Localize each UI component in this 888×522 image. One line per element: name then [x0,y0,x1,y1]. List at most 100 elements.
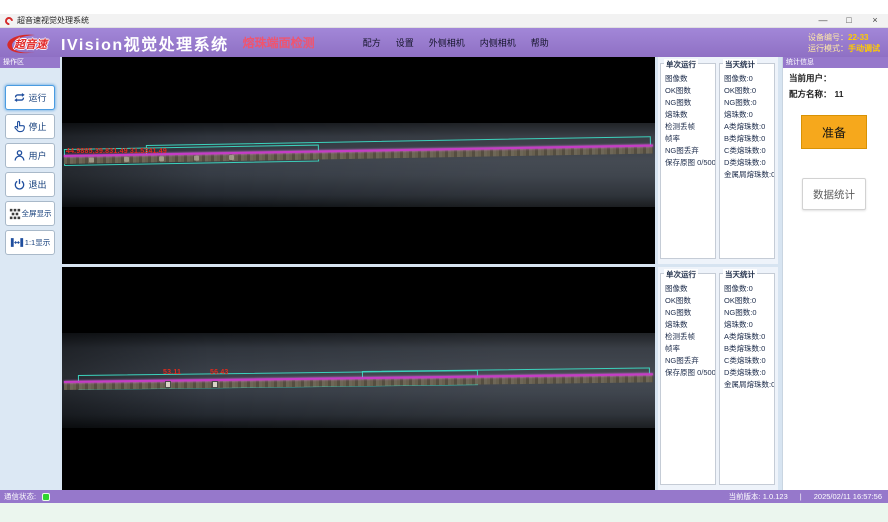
user-button-label: 用户 [28,149,46,162]
exit-button[interactable]: 退出 [5,172,55,197]
main-area: 操作区 运行 停止 用户 退出 [0,57,888,490]
menu-item[interactable]: 配方 [363,36,381,49]
stat-row: NG图数 [661,307,715,319]
sidebar-title: 操作区 [0,57,60,68]
window-controls: — □ × [810,14,888,27]
measurement-text: 44.9885,39.831.49 31.5341.49 [66,148,167,155]
stat-row: NG图丢弃 [661,145,715,157]
stat-row: 检测丢帧 [661,331,715,343]
fullscreen-button[interactable]: 全屏显示 [5,201,55,226]
stat-row: B类熔珠数:0 [720,133,774,145]
maximize-button[interactable]: □ [836,14,862,27]
run-mode-value: 手动调试 [848,44,880,53]
brand-name: 超音速 [14,36,47,52]
one-to-one-icon [10,237,24,248]
recipe-name-label: 配方名称： [789,89,832,99]
run-mode-label: 运行模式： [808,44,848,53]
stat-row: 金属屑熔珠数:0 [720,379,774,391]
grid-icon [9,208,21,220]
current-user-label: 当前用户： [789,73,832,83]
stat-row: NG图数 [661,97,715,109]
single-run-title: 单次运行 [664,269,698,280]
operation-sidebar: 操作区 运行 停止 用户 退出 [0,57,60,490]
stat-row: 金属屑熔珠数:0 [720,169,774,181]
daily-stats-title: 当天统计 [723,269,757,280]
status-bar: 通信状态: 当前版本: 1.0.123 | 2025/02/11 16:57:5… [0,490,888,503]
minimize-button[interactable]: — [810,14,836,27]
measurement-label: 56.43 [210,369,229,376]
stat-row: D类熔珠数:0 [720,157,774,169]
stat-row: NG图丢弃 [661,355,715,367]
comm-status-indicator [42,493,50,501]
stop-button-label: 停止 [28,120,46,133]
stat-row: OK图数 [661,85,715,97]
app-title: IVision视觉处理系统 [61,31,229,55]
single-run-groupbox: 单次运行 图像数OK图数NG图数熔珠数检测丢帧帧率NG图丢弃保存原图 0/500 [660,273,716,485]
stat-row: 检测丢帧 [661,121,715,133]
datetime: 2025/02/11 16:57:56 [814,492,882,501]
menu-item[interactable]: 内侧相机 [480,36,516,49]
stat-row: 图像数 [661,283,715,295]
close-button[interactable]: × [862,14,888,27]
stat-row: 图像数 [661,73,715,85]
device-number-label: 设备编号： [808,33,848,42]
single-run-groupbox: 单次运行 图像数OK图数NG图数熔珠数检测丢帧帧率NG图丢弃保存原图 0/500 [660,63,716,259]
stat-row: 保存原图 0/500 [661,367,715,379]
stat-row: B类熔珠数:0 [720,343,774,355]
desktop-strip [0,503,888,522]
exit-button-label: 退出 [28,178,46,191]
info-panel-title: 统计信息 [783,57,888,68]
current-user-row: 当前用户： [783,68,888,84]
single-run-title: 单次运行 [664,59,698,70]
camera1-image-band [62,123,655,207]
camera-view-inner: 53.11 56.43 [62,267,655,490]
info-panel: 统计信息 当前用户： 配方名称：11 准备 数据统计 [782,57,888,490]
person-icon [13,149,26,162]
stat-row: 保存原图 0/500 [661,157,715,169]
version-label: 当前版本: [729,492,761,501]
one-to-one-button[interactable]: 1:1显示 [5,230,55,255]
menu-item[interactable]: 帮助 [531,36,549,49]
user-button[interactable]: 用户 [5,143,55,168]
version-datetime: 当前版本: 1.0.123 | 2025/02/11 16:57:56 [729,491,882,502]
prepare-button[interactable]: 准备 [801,115,867,149]
stat-row: D类熔珠数:0 [720,367,774,379]
stat-row: OK图数 [661,295,715,307]
stat-row: 熔珠数:0 [720,109,774,121]
daily-stats-groupbox: 当天统计 图像数:0OK图数:0NG图数:0熔珠数:0A类熔珠数:0B类熔珠数:… [719,273,775,485]
defect-marker [165,381,171,388]
device-info: 设备编号：22-33 运行模式：手动调试 [808,32,880,54]
defect-marker [212,381,218,388]
recipe-name-row: 配方名称：11 [783,84,888,100]
stats-panel-outer: 单次运行 图像数OK图数NG图数熔珠数检测丢帧帧率NG图丢弃保存原图 0/500… [658,57,778,264]
recipe-name-value: 11 [835,89,844,99]
stat-row: NG图数:0 [720,97,774,109]
separator: | [800,492,802,501]
version-value: 1.0.123 [763,492,788,501]
app-logo-icon [3,15,14,26]
run-button-label: 运行 [28,91,46,104]
window-title: 超音速视觉处理系统 [17,15,89,26]
menu-bar: 配方 设置 外侧相机 内侧相机 帮助 [363,36,549,49]
stat-row: 帧率 [661,133,715,145]
menu-item[interactable]: 外侧相机 [429,36,465,49]
data-statistics-button[interactable]: 数据统计 [802,178,866,210]
menu-item[interactable]: 设置 [396,36,414,49]
camera-view-outer: 44.9885,39.831.49 31.5341.49 [62,57,655,264]
stat-row: 图像数:0 [720,73,774,85]
stat-row: A类熔珠数:0 [720,121,774,133]
cycle-arrows-icon [13,91,26,104]
app-subtitle: 熔珠端面检测 [243,34,315,51]
device-number-value: 22-33 [848,33,868,42]
hand-icon [13,120,26,133]
stat-row: 图像数:0 [720,283,774,295]
daily-stats-groupbox: 当天统计 图像数:0OK图数:0NG图数:0熔珠数:0A类熔珠数:0B类熔珠数:… [719,63,775,259]
run-button[interactable]: 运行 [5,85,55,110]
stop-button[interactable]: 停止 [5,114,55,139]
stat-row: NG图数:0 [720,307,774,319]
stat-row: OK图数:0 [720,295,774,307]
stat-row: 熔珠数:0 [720,319,774,331]
daily-stats-title: 当天统计 [723,59,757,70]
stat-row: C类熔珠数:0 [720,145,774,157]
brand-logo: 超音速 [3,30,55,56]
